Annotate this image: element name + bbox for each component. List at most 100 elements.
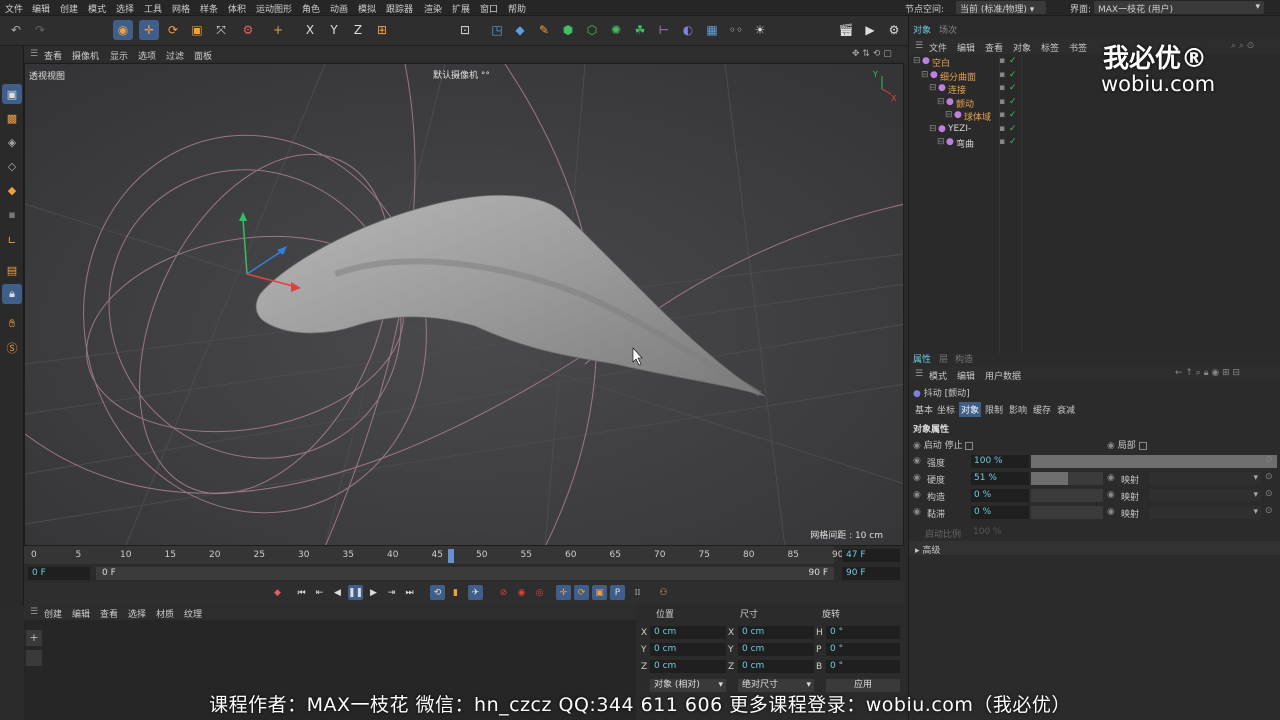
size-y-field[interactable]: 0 cm	[738, 643, 814, 656]
expand-icon[interactable]: ⊟	[937, 137, 945, 147]
attr-menu-userdata[interactable]: 用户数据	[985, 369, 1021, 382]
lock-icon[interactable]: 🔒︎	[2, 284, 22, 304]
param-anim-icon[interactable]: ◉	[913, 456, 921, 466]
add-icon[interactable]: +	[268, 20, 288, 40]
pen-icon[interactable]: ✎	[534, 20, 554, 40]
frame-range-slider[interactable]: 0 F 90 F	[96, 567, 834, 580]
attr-menu-mode[interactable]: 模式	[929, 369, 947, 382]
menu-mesh[interactable]: 网格	[172, 2, 190, 15]
material-menu-create[interactable]: 创建	[44, 607, 62, 620]
edges-mode-icon[interactable]: ◇	[2, 156, 22, 176]
cube-icon[interactable]: ◆	[510, 20, 530, 40]
map-anim-icon[interactable]: ◉	[1107, 473, 1115, 483]
attr-hamburger-icon[interactable]: ☰	[915, 369, 923, 379]
material-menu-view[interactable]: 查看	[100, 607, 118, 620]
param-edit-icon[interactable]: ⊙	[1265, 455, 1273, 465]
recent-tool-icon[interactable]: ⚙	[238, 20, 258, 40]
timeline-settings-icon[interactable]: ▮	[448, 585, 463, 600]
render-region-icon[interactable]: 🎬︎	[836, 20, 856, 40]
material-hamburger-icon[interactable]: ☰	[30, 607, 38, 617]
key-selection-icon[interactable]: ◎	[532, 585, 547, 600]
pla-key-icon[interactable]: ⁞⁞	[630, 585, 645, 600]
render-view-icon[interactable]: ⊡	[455, 20, 475, 40]
rotation-b-field[interactable]: 0 °	[826, 660, 900, 673]
object-name[interactable]: 空白	[932, 56, 950, 69]
material-menu-select[interactable]: 选择	[128, 607, 146, 620]
viewport-menu-options[interactable]: 选项	[138, 49, 156, 62]
material-menu-edit[interactable]: 编辑	[72, 607, 90, 620]
enabled-check-icon[interactable]: ✓	[1009, 124, 1017, 134]
rotation-h-field[interactable]: 0 °	[826, 626, 900, 639]
x-axis-icon[interactable]: X	[300, 20, 320, 40]
expand-icon[interactable]: ⊟	[945, 110, 953, 120]
tab-layers[interactable]: 层	[939, 352, 948, 365]
attr-nav-icons[interactable]: ← ↑ ⌕ 🔒︎ ◉ ⊞ ⊟	[1175, 368, 1240, 378]
menu-select[interactable]: 选择	[116, 2, 134, 15]
viewport-menu-display[interactable]: 显示	[110, 49, 128, 62]
hamburger-icon[interactable]: ☰	[30, 49, 38, 59]
deformer-icon[interactable]: ✺	[606, 20, 626, 40]
viewport-menu-filter[interactable]: 过滤	[166, 49, 184, 62]
points-mode-icon[interactable]: ◈	[2, 132, 22, 152]
field-icon[interactable]: ⊢	[654, 20, 674, 40]
prev-key-icon[interactable]: ⇤	[312, 585, 327, 600]
enabled-check-icon[interactable]: ✓	[1009, 70, 1017, 80]
material-menu-texture[interactable]: 纹理	[184, 607, 202, 620]
position-y-field[interactable]: 0 cm	[650, 643, 726, 656]
add-material-icon[interactable]: +	[26, 630, 42, 646]
menu-edit[interactable]: 编辑	[32, 2, 50, 15]
subtab-influence[interactable]: 影响	[1007, 403, 1029, 416]
om-menu-tags[interactable]: 标签	[1041, 41, 1059, 54]
scene-icon[interactable]: ◦◦	[726, 20, 746, 40]
auto-key-icon[interactable]: ◉	[514, 585, 529, 600]
advanced-section[interactable]: ▸ 高级	[909, 541, 1280, 556]
object-row[interactable]: ⊟ ● 颤动 ▪ ✓	[909, 97, 1280, 110]
menu-help[interactable]: 帮助	[508, 2, 526, 15]
param-value-field[interactable]: 100 %	[971, 455, 1029, 468]
menu-window[interactable]: 窗口	[480, 2, 498, 15]
floor-icon[interactable]: ▦	[702, 20, 722, 40]
om-menu-object[interactable]: 对象	[1013, 41, 1031, 54]
expand-icon[interactable]: ⊟	[921, 70, 929, 80]
object-name[interactable]: 颤动	[956, 97, 974, 110]
attr-menu-edit[interactable]: 编辑	[957, 369, 975, 382]
menu-tracker[interactable]: 跟踪器	[386, 2, 413, 15]
param-anim-icon[interactable]: ◉	[913, 490, 921, 500]
tab-objects[interactable]: 对象	[913, 23, 931, 36]
position-key-icon[interactable]: ✛	[556, 585, 571, 600]
object-name[interactable]: 细分曲面	[940, 70, 976, 83]
position-x-field[interactable]: 0 cm	[650, 626, 726, 639]
current-frame-field[interactable]: 47 F	[842, 549, 900, 562]
render-icon[interactable]: ▶	[860, 20, 880, 40]
pause-icon[interactable]: ❚❚	[348, 585, 363, 600]
end-frame-field[interactable]: 90 F	[842, 567, 900, 580]
enabled-check-icon[interactable]: ✓	[1009, 97, 1017, 107]
enabled-check-icon[interactable]: ✓	[1009, 56, 1017, 66]
workplane-icon[interactable]: ∟	[2, 230, 22, 250]
next-key-icon[interactable]: ⇥	[384, 585, 399, 600]
timeline[interactable]: 0 5 10 15 20 25 30 35 40 45 50 55 60 65 70 75 80 85 90 47 …	[24, 546, 904, 582]
map-dropdown[interactable]: ▾	[1149, 506, 1261, 519]
object-name[interactable]: 球体域	[964, 110, 991, 123]
param-slider[interactable]	[1031, 506, 1103, 519]
param-slider[interactable]	[1031, 455, 1277, 468]
param-value-field[interactable]: 0 %	[971, 489, 1029, 502]
menu-simulate[interactable]: 模拟	[358, 2, 376, 15]
start-frame-field[interactable]: 0 F	[28, 567, 90, 580]
position-z-field[interactable]: 0 cm	[650, 660, 726, 673]
next-frame-icon[interactable]: ▶	[366, 585, 381, 600]
record-keys-icon[interactable]: ⊘	[496, 585, 511, 600]
enabled-check-icon[interactable]: ✓	[1009, 110, 1017, 120]
subtab-restriction[interactable]: 限制	[983, 403, 1005, 416]
map-edit-icon[interactable]: ⊙	[1265, 489, 1273, 499]
coord-system-icon[interactable]: ⊞	[372, 20, 392, 40]
live-select-icon[interactable]: ◉	[113, 20, 133, 40]
object-row[interactable]: ⊟ ● 球体域 ▪ ✓	[909, 110, 1280, 123]
expand-icon[interactable]: ⊟	[913, 56, 921, 66]
scale-key-icon[interactable]: ▣	[592, 585, 607, 600]
mograph-icon[interactable]: ☘	[630, 20, 650, 40]
viewport-menu-view[interactable]: 查看	[44, 49, 62, 62]
param-anim-icon[interactable]: ◉	[913, 507, 921, 517]
map-edit-icon[interactable]: ⊙	[1265, 506, 1273, 516]
menu-character[interactable]: 角色	[302, 2, 320, 15]
